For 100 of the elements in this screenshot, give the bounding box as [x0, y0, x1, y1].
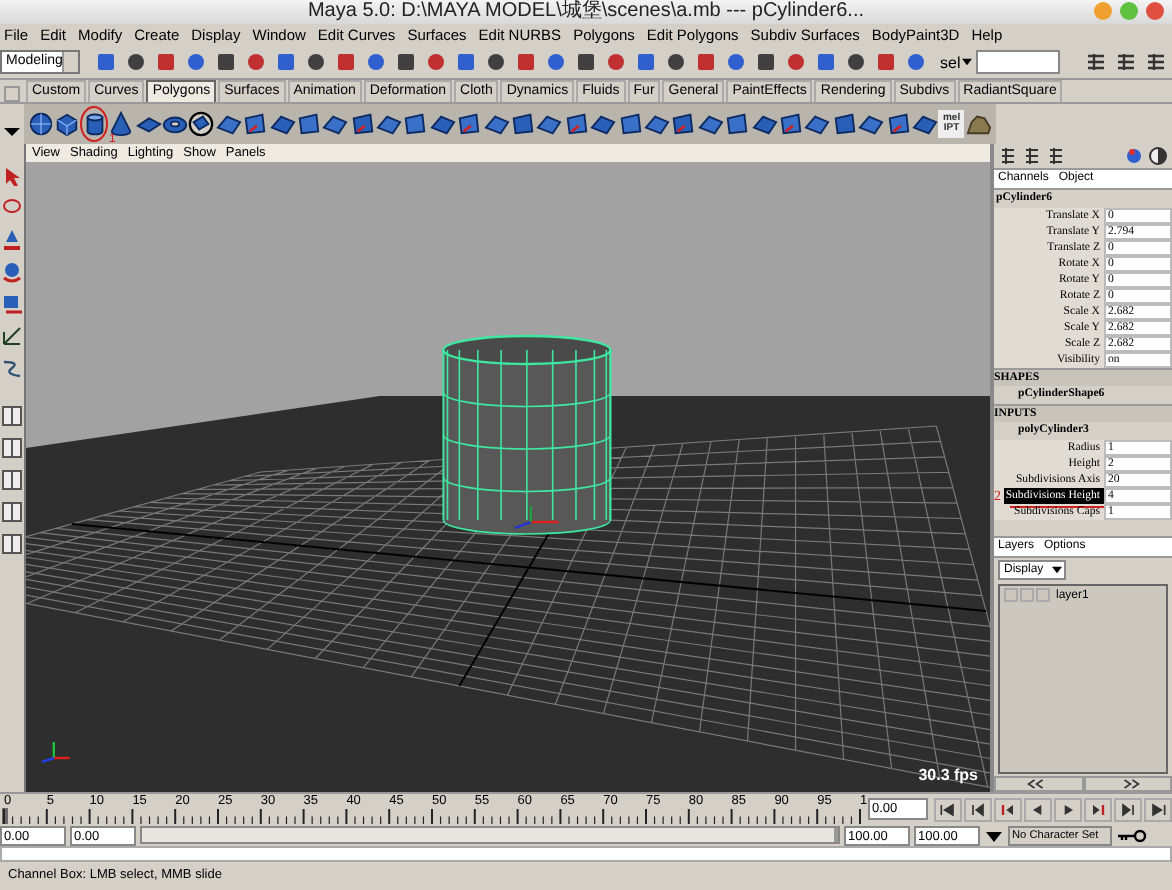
manipulator-icon[interactable]	[0, 322, 24, 350]
disc-icon[interactable]	[188, 110, 215, 138]
step-forward-icon[interactable]	[1114, 797, 1142, 821]
scale-tool-icon[interactable]	[0, 290, 24, 318]
step-back-icon[interactable]	[964, 797, 992, 821]
tool-icon[interactable]	[454, 50, 478, 74]
command-line-field[interactable]	[0, 846, 1172, 862]
rotate-tool-icon[interactable]	[0, 258, 24, 286]
tool-icon[interactable]	[364, 50, 388, 74]
visibility-toggle[interactable]	[1004, 588, 1018, 602]
mesh-tool-icon[interactable]	[536, 110, 563, 138]
mesh-tool-icon[interactable]	[510, 110, 537, 138]
tool-icon[interactable]	[124, 50, 148, 74]
mesh-tool-icon[interactable]	[242, 110, 269, 138]
mesh-tool-icon[interactable]	[777, 110, 804, 138]
mesh-tool-icon[interactable]	[858, 110, 885, 138]
tool-icon[interactable]	[814, 50, 838, 74]
tool-icon[interactable]	[214, 50, 238, 74]
tool-icon[interactable]	[604, 50, 628, 74]
tool-icon[interactable]	[514, 50, 538, 74]
tool-icon[interactable]	[94, 50, 118, 74]
mesh-tool-icon[interactable]	[670, 110, 697, 138]
tool-icon[interactable]	[874, 50, 898, 74]
tool-icon[interactable]	[154, 50, 178, 74]
layout-icon[interactable]	[0, 498, 24, 526]
color-sphere-icon[interactable]	[1124, 146, 1144, 166]
mesh-tool-icon[interactable]	[456, 110, 483, 138]
input-field[interactable]	[976, 50, 1061, 74]
tool-icon[interactable]	[394, 50, 418, 74]
range-slider-handle[interactable]	[142, 828, 838, 842]
tool-icon[interactable]	[574, 50, 598, 74]
mesh-tool-icon[interactable]	[429, 110, 456, 138]
tool-icon[interactable]	[724, 50, 748, 74]
tool-icon[interactable]	[334, 50, 358, 74]
tool-icon[interactable]	[184, 50, 208, 74]
panel-layout-icon[interactable]	[1144, 50, 1168, 74]
mesh-tool-icon[interactable]	[697, 110, 724, 138]
tool-icon[interactable]	[844, 50, 868, 74]
mesh-tool-icon[interactable]	[376, 110, 403, 138]
layout-icon[interactable]	[0, 434, 24, 462]
list-view-icon[interactable]	[1022, 146, 1042, 166]
tool-icon[interactable]	[304, 50, 328, 74]
current-frame-marker[interactable]	[2, 808, 8, 824]
close-button[interactable]	[1146, 2, 1164, 20]
mesh-tool-icon[interactable]	[215, 110, 242, 138]
color-swatch[interactable]	[1036, 588, 1050, 602]
scroll-left-icon[interactable]	[994, 776, 1083, 792]
selection-label[interactable]: sel	[940, 53, 973, 71]
cone-icon[interactable]	[108, 110, 135, 138]
mesh-tool-icon[interactable]	[322, 110, 349, 138]
tool-icon[interactable]	[694, 50, 718, 74]
sphere-icon[interactable]	[28, 110, 54, 138]
mesh-tool-icon[interactable]	[295, 110, 322, 138]
play-icon[interactable]	[1054, 797, 1082, 821]
play-backward-icon[interactable]	[1024, 797, 1052, 821]
half-circle-icon[interactable]	[1148, 146, 1168, 166]
mesh-tool-icon[interactable]	[831, 110, 858, 138]
mesh-tool-icon[interactable]	[402, 110, 429, 138]
scroll-right-icon[interactable]	[1083, 776, 1172, 792]
mesh-tool-icon[interactable]	[617, 110, 644, 138]
cylinder-icon[interactable]	[81, 110, 108, 138]
layout-icon[interactable]	[0, 402, 24, 430]
skip-to-end-icon[interactable]	[1144, 797, 1172, 821]
mesh-tool-icon[interactable]	[911, 110, 938, 138]
template-toggle[interactable]	[1020, 588, 1034, 602]
annotation-circle	[79, 106, 108, 142]
mesh-tool-icon[interactable]	[483, 110, 510, 138]
mesh-tool-icon[interactable]	[349, 110, 376, 138]
mesh-tool-icon[interactable]	[804, 110, 831, 138]
tool-icon[interactable]	[484, 50, 508, 74]
tool-icon[interactable]	[274, 50, 298, 74]
mesh-tool-icon[interactable]	[643, 110, 670, 138]
tool-icon[interactable]	[244, 50, 268, 74]
list-view-icon[interactable]	[1046, 146, 1066, 166]
tool-icon[interactable]	[784, 50, 808, 74]
layout-icon[interactable]	[0, 530, 24, 558]
panel-layout-icon[interactable]	[1114, 50, 1138, 74]
rock-icon[interactable]	[965, 110, 992, 138]
previous-key-icon[interactable]	[994, 797, 1022, 821]
key-icon[interactable]	[1116, 827, 1148, 843]
mesh-tool-icon[interactable]	[269, 110, 296, 138]
tool-icon[interactable]	[904, 50, 928, 74]
tool-icon[interactable]	[754, 50, 778, 74]
tool-icon[interactable]	[664, 50, 688, 74]
list-view-icon[interactable]	[998, 146, 1018, 166]
mesh-tool-icon[interactable]	[563, 110, 590, 138]
skip-to-start-icon[interactable]	[934, 797, 962, 821]
move-tool-icon[interactable]	[0, 226, 24, 254]
select-arrow-icon[interactable]	[0, 162, 24, 190]
tool-icon[interactable]	[634, 50, 658, 74]
cube-icon[interactable]	[54, 110, 81, 138]
next-key-icon[interactable]	[1084, 797, 1112, 821]
tool-icon[interactable]	[544, 50, 568, 74]
mesh-tool-icon[interactable]	[724, 110, 751, 138]
mesh-tool-icon[interactable]	[590, 110, 617, 138]
panel-layout-icon[interactable]	[1084, 50, 1108, 74]
mesh-tool-icon[interactable]	[751, 110, 778, 138]
tool-icon[interactable]	[424, 50, 448, 74]
layout-icon[interactable]	[0, 466, 24, 494]
mesh-tool-icon[interactable]	[885, 110, 911, 138]
